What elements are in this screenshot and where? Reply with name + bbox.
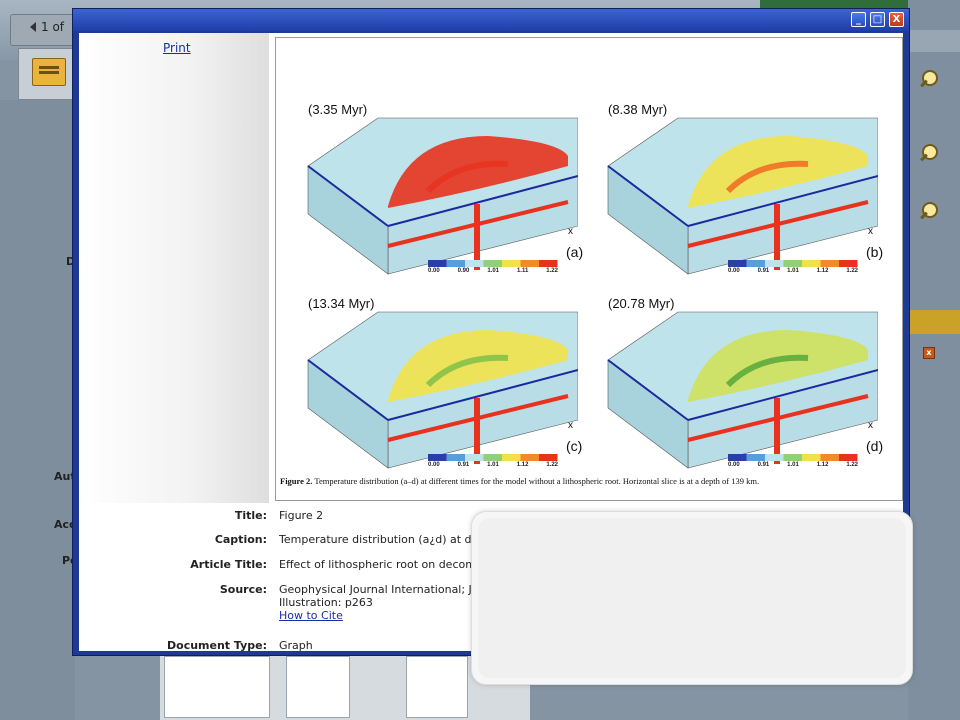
colorbar-ticks: 0.00 0.90 1.01 1.11 1.22	[428, 268, 558, 274]
panel-letter: (b)	[866, 244, 884, 260]
x-axis-letter: x	[568, 226, 573, 237]
illustration-text: Illustration: p263	[279, 596, 373, 609]
panel-time-label: (8.38 Myr)	[608, 102, 668, 117]
folder-icon[interactable]	[32, 58, 66, 86]
colorbar-segment	[802, 260, 821, 267]
search-icon[interactable]	[920, 144, 940, 162]
x-axis-letter: x	[868, 420, 873, 431]
figure-panel-a: x (3.35 Myr) (a) 0.00 0.90 1.01 1.11 1.22	[278, 96, 583, 286]
colorbar-segment	[502, 454, 521, 461]
figure-panel-d: x (20.78 Myr) (d) 0.00 0.91 1.01 1.12 1.22	[578, 290, 883, 480]
thumbnail[interactable]	[286, 656, 350, 718]
colorbar-ticks: 0.00 0.91 1.01 1.12 1.22	[728, 462, 858, 468]
colorbar-segment	[502, 260, 521, 267]
colorbar-segment	[428, 454, 447, 461]
colorbar-segment	[746, 454, 765, 461]
colorbar-segment	[446, 260, 465, 267]
figure-caption: Figure 2. Temperature distribution (a–d)…	[280, 476, 760, 486]
colorbar-segment	[783, 260, 802, 267]
background-right-gold	[908, 310, 960, 334]
temperature-block-svg: x	[607, 117, 878, 275]
remove-icon[interactable]: x	[923, 347, 935, 359]
background-right-bar	[908, 30, 960, 52]
maximize-button[interactable]: □	[870, 12, 885, 27]
minimize-button[interactable]: _	[851, 12, 866, 27]
colorbar-segment	[820, 260, 839, 267]
panel-time-label: (3.35 Myr)	[308, 102, 368, 117]
temperature-block-svg: x	[307, 311, 578, 469]
colorbar-segment	[728, 260, 747, 267]
window-titlebar[interactable]: _ □ X	[73, 9, 909, 31]
prev-page-icon[interactable]	[30, 22, 36, 32]
colorbar-segment	[483, 454, 502, 461]
thumbnail[interactable]	[406, 656, 468, 718]
colorbar-segment	[820, 454, 839, 461]
x-axis-letter: x	[568, 420, 573, 431]
colorbar-segment	[765, 454, 784, 461]
how-to-cite-link[interactable]: How to Cite	[279, 609, 343, 622]
figure-panel-c: x (13.34 Myr) (c) 0.00 0.91 1.01 1.12 1.22	[278, 290, 582, 480]
colorbar-segment	[446, 454, 465, 461]
colorbar-segment	[465, 454, 484, 461]
background-right-panel	[908, 0, 960, 720]
print-link[interactable]: Print	[163, 41, 191, 55]
search-icon[interactable]	[920, 202, 940, 220]
colorbar-ticks: 0.00 0.91 1.01 1.12 1.22	[428, 462, 558, 468]
tooltip-overlay	[472, 512, 912, 684]
search-icon[interactable]	[920, 70, 940, 88]
colorbar-segment	[483, 260, 502, 267]
close-button[interactable]: X	[889, 12, 904, 27]
background-left-panel: D Aut Acc Pe	[0, 100, 78, 720]
colorbar-segment	[783, 454, 802, 461]
colorbar-segment	[428, 260, 447, 267]
colorbar-segment	[765, 260, 784, 267]
colorbar-segment	[839, 454, 858, 461]
pager[interactable]: 1 of	[30, 20, 64, 34]
temperature-block-svg: x	[307, 117, 578, 275]
colorbar-segment	[539, 260, 558, 267]
colorbar-segment	[520, 454, 539, 461]
colorbar-ticks: 0.00 0.91 1.01 1.12 1.22	[728, 268, 858, 274]
figure-panel-b: x (8.38 Myr) (b) 0.00 0.91 1.01 1.12 1.22	[578, 96, 883, 286]
pager-text: 1 of	[41, 20, 65, 34]
panel-time-label: (20.78 Myr)	[608, 296, 675, 311]
viewer-sidebar: Print	[79, 33, 269, 503]
colorbar-segment	[465, 260, 484, 267]
colorbar-segment	[728, 454, 747, 461]
thumbnail[interactable]	[164, 656, 270, 718]
colorbar-segment	[746, 260, 765, 267]
x-axis-letter: x	[868, 226, 873, 237]
colorbar-segment	[839, 260, 858, 267]
temperature-block-svg: x	[607, 311, 878, 469]
colorbar-segment	[539, 454, 558, 461]
panel-letter: (d)	[866, 438, 884, 454]
figure-image: x (3.35 Myr) (a) 0.00 0.90 1.01 1.11 1.22 x …	[275, 37, 903, 501]
panel-time-label: (13.34 Myr)	[308, 296, 375, 311]
colorbar-segment	[520, 260, 539, 267]
colorbar-segment	[802, 454, 821, 461]
